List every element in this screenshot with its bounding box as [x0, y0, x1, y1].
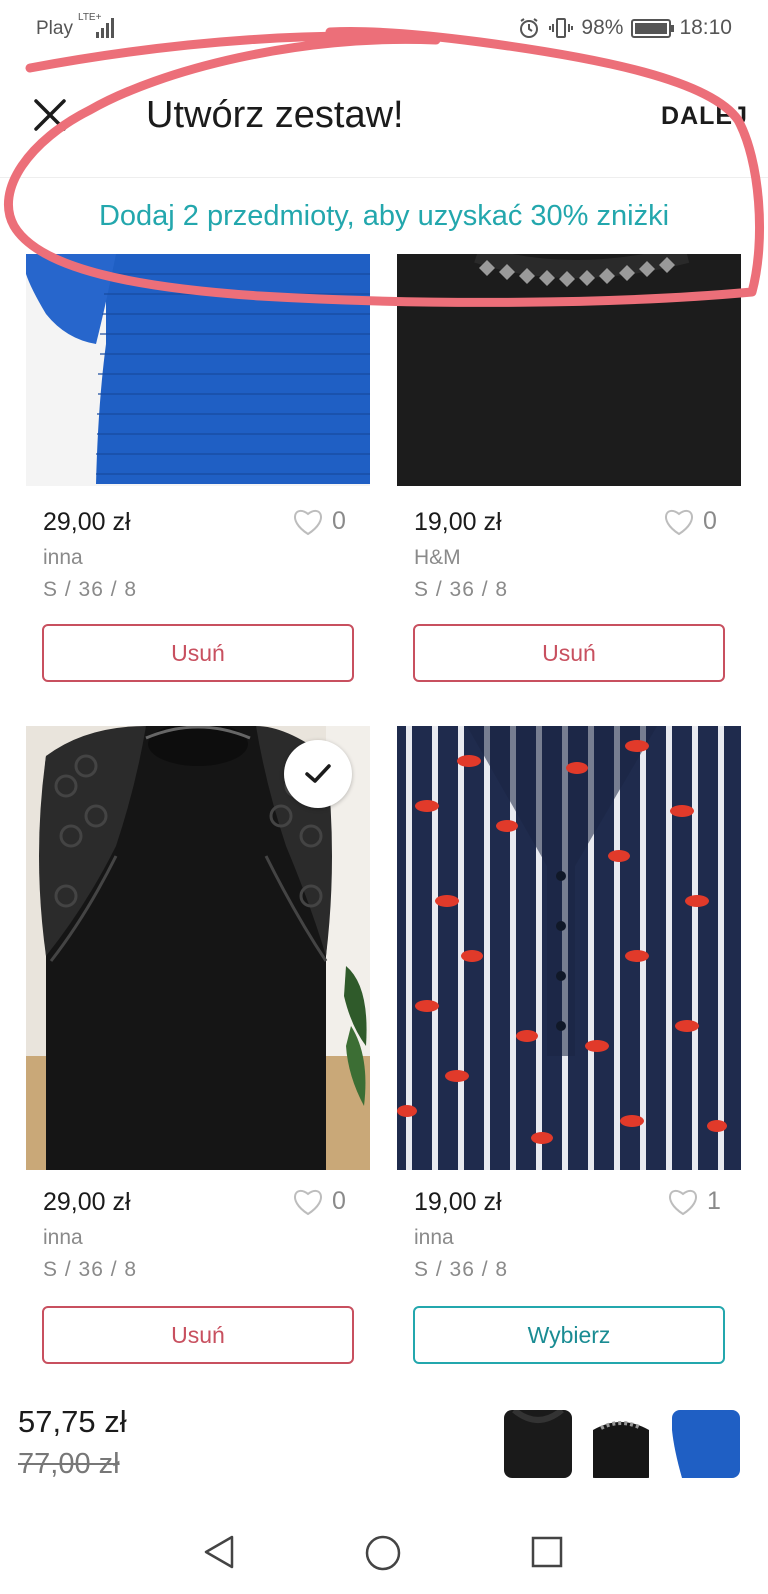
like-button[interactable]: 0 [292, 1187, 346, 1216]
selected-badge [284, 740, 352, 808]
like-count: 0 [332, 507, 346, 535]
total-price: 57,75 zł [18, 1404, 127, 1439]
heart-icon [669, 1189, 697, 1215]
signal-icon [96, 14, 114, 38]
like-button[interactable]: 0 [292, 507, 346, 536]
promo-banner: Dodaj 2 przedmioty, aby uzyskać 30% zniż… [98, 200, 670, 232]
product-image-1[interactable] [26, 254, 370, 486]
product-price: 29,00 zł [43, 1188, 131, 1216]
heart-icon [294, 509, 322, 535]
product-size: S / 36 / 8 [414, 578, 509, 601]
close-button[interactable] [28, 93, 72, 137]
remove-button[interactable]: Usuń [42, 1306, 354, 1364]
battery-level: 98% [581, 16, 624, 39]
select-button[interactable]: Wybierz [413, 1306, 725, 1364]
like-button[interactable]: 0 [663, 507, 717, 536]
vibrate-icon [549, 18, 574, 38]
recents-icon[interactable] [530, 1535, 564, 1569]
product-image-2[interactable] [397, 254, 741, 486]
back-icon[interactable] [202, 1534, 238, 1570]
product-price: 29,00 zł [43, 508, 131, 536]
carrier-label: Play [36, 18, 73, 39]
like-button[interactable]: 1 [667, 1187, 721, 1216]
like-count: 0 [332, 1187, 346, 1215]
header: Utwórz zestaw! DALEJ [0, 60, 768, 178]
next-button[interactable]: DALEJ [661, 102, 748, 131]
like-count: 1 [707, 1187, 721, 1215]
system-nav-bar [0, 1508, 768, 1594]
product-size: S / 36 / 8 [43, 578, 138, 601]
close-icon [34, 99, 66, 131]
battery-icon [631, 18, 675, 38]
selected-thumbnail[interactable] [672, 1410, 740, 1478]
remove-button[interactable]: Usuń [413, 624, 725, 682]
heart-icon [294, 1189, 322, 1215]
product-brand: inna [414, 1226, 454, 1249]
home-icon[interactable] [364, 1534, 402, 1572]
check-icon [305, 764, 331, 783]
remove-button[interactable]: Usuń [42, 624, 354, 682]
product-image-4[interactable] [397, 726, 741, 1170]
product-brand: H&M [414, 546, 461, 569]
old-price: 77,00 zł [18, 1448, 120, 1480]
page-title: Utwórz zestaw! [146, 94, 404, 136]
status-bar: Play LTE+ 98% 18:10 [0, 0, 768, 58]
product-price: 19,00 zł [414, 1188, 502, 1216]
heart-icon [665, 509, 693, 535]
clock: 18:10 [679, 16, 732, 39]
selected-thumbnail[interactable] [504, 1410, 572, 1478]
product-brand: inna [43, 1226, 83, 1249]
product-size: S / 36 / 8 [43, 1258, 138, 1281]
selected-thumbnail[interactable] [587, 1410, 655, 1478]
product-brand: inna [43, 546, 83, 569]
alarm-icon [520, 18, 539, 38]
like-count: 0 [703, 507, 717, 535]
product-size: S / 36 / 8 [414, 1258, 509, 1281]
product-price: 19,00 zł [414, 508, 502, 536]
